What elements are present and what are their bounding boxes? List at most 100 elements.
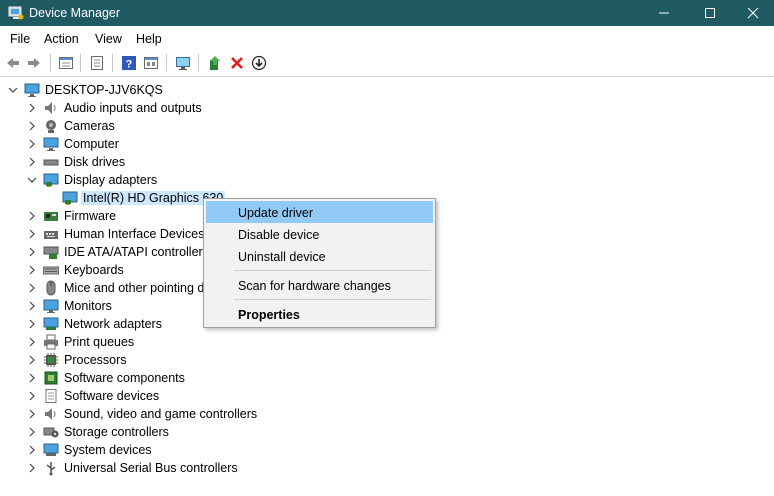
computer-icon: [43, 137, 59, 151]
chevron-right-icon[interactable]: [27, 157, 37, 167]
close-button[interactable]: [730, 0, 774, 26]
tree-item-label: Software components: [64, 371, 185, 385]
tree-item-label: Network adapters: [64, 317, 162, 331]
monitor-icon: [43, 299, 59, 313]
tree-item-label: Processors: [64, 353, 127, 367]
chevron-right-icon[interactable]: [27, 337, 37, 347]
menu-help[interactable]: Help: [136, 32, 162, 46]
menu-file[interactable]: File: [10, 32, 30, 46]
scan-hardware-button[interactable]: [173, 53, 193, 73]
tree-item-label: Keyboards: [64, 263, 124, 277]
chevron-right-icon[interactable]: [27, 139, 37, 149]
tree-item-label: Cameras: [64, 119, 115, 133]
toolbar-separator: [112, 54, 113, 72]
tree-item-software-components[interactable]: Software components: [0, 369, 774, 387]
keyboard-icon: [43, 266, 59, 275]
menu-action[interactable]: Action: [44, 32, 79, 46]
chevron-right-icon[interactable]: [27, 427, 37, 437]
tree-item-processors[interactable]: Processors: [0, 351, 774, 369]
help-icon: ?: [122, 56, 136, 71]
update-driver-icon: [251, 55, 267, 71]
toolbar-separator: [198, 54, 199, 72]
software-device-icon: [45, 389, 57, 403]
back-button[interactable]: [3, 53, 23, 73]
back-arrow-icon: [7, 58, 19, 68]
tree-item-label: Human Interface Devices: [64, 227, 205, 241]
tree-item-storage-controllers[interactable]: Storage controllers: [0, 423, 774, 441]
chevron-right-icon[interactable]: [27, 265, 37, 275]
tree-item-sound-video-game[interactable]: Sound, video and game controllers: [0, 405, 774, 423]
system-device-icon: [43, 443, 59, 456]
add-driver-icon: [210, 56, 220, 70]
firmware-icon: [44, 212, 58, 221]
remove-device-icon: [231, 57, 243, 69]
tree-item-label: Display adapters: [64, 173, 158, 187]
chevron-right-icon[interactable]: [27, 355, 37, 365]
display-adapter-icon: [43, 173, 59, 187]
mouse-icon: [46, 280, 56, 296]
chevron-right-icon[interactable]: [27, 103, 37, 113]
tree-item-cameras[interactable]: Cameras: [0, 117, 774, 135]
ctx-update-driver[interactable]: Update driver: [206, 201, 433, 223]
tree-item-label: Storage controllers: [64, 425, 169, 439]
ctx-scan-hardware[interactable]: Scan for hardware changes: [206, 274, 433, 296]
software-component-icon: [44, 371, 58, 385]
add-driver-button[interactable]: [205, 53, 225, 73]
uninstall-device-button[interactable]: [227, 53, 247, 73]
tree-item-label: Software devices: [64, 389, 160, 403]
tree-item-label: Sound, video and game controllers: [64, 407, 258, 421]
menu-view[interactable]: View: [95, 32, 122, 46]
properties-button[interactable]: [56, 53, 76, 73]
tree-item-system-devices[interactable]: System devices: [0, 441, 774, 459]
minimize-button[interactable]: [641, 0, 687, 26]
ctx-item-label: Uninstall device: [238, 250, 326, 264]
chevron-right-icon[interactable]: [27, 211, 37, 221]
ctx-disable-device[interactable]: Disable device: [206, 223, 433, 245]
update-driver-button[interactable]: [249, 53, 269, 73]
ctx-item-label: Disable device: [238, 228, 320, 242]
tree-root[interactable]: DESKTOP-JJV6KQS: [0, 81, 774, 99]
ctx-item-label: Properties: [238, 308, 300, 322]
menu-bar: File Action View Help: [0, 26, 774, 50]
chevron-right-icon[interactable]: [27, 319, 37, 329]
ctx-properties[interactable]: Properties: [206, 303, 433, 325]
ctx-uninstall-device[interactable]: Uninstall device: [206, 245, 433, 267]
svg-text:?: ?: [126, 59, 133, 71]
tree-item-usb-controllers[interactable]: Universal Serial Bus controllers: [0, 459, 774, 477]
maximize-button[interactable]: [687, 0, 733, 26]
tree-item-display-adapters[interactable]: Display adapters: [0, 171, 774, 189]
hid-icon: [44, 231, 58, 239]
tree-item-audio[interactable]: Audio inputs and outputs: [0, 99, 774, 117]
list-view-button[interactable]: [87, 53, 107, 73]
tree-item-label: Disk drives: [64, 155, 126, 169]
minimize-icon: [659, 12, 669, 14]
tree-item-print-queues[interactable]: Print queues: [0, 333, 774, 351]
chevron-right-icon[interactable]: [27, 445, 37, 455]
camera-icon: [46, 120, 56, 133]
chevron-right-icon[interactable]: [27, 247, 37, 257]
show-hidden-button[interactable]: [141, 53, 161, 73]
chevron-right-icon[interactable]: [27, 391, 37, 401]
tree-item-label: Universal Serial Bus controllers: [64, 461, 238, 475]
context-menu: Update driver Disable device Uninstall d…: [203, 198, 436, 328]
computer-icon: [24, 83, 40, 97]
chevron-right-icon[interactable]: [27, 409, 37, 419]
toolbar: ?: [0, 50, 774, 77]
chevron-right-icon[interactable]: [27, 463, 37, 473]
chevron-right-icon[interactable]: [27, 283, 37, 293]
tree-item-label: Monitors: [64, 299, 112, 313]
chevron-right-icon[interactable]: [27, 301, 37, 311]
chevron-right-icon[interactable]: [27, 373, 37, 383]
chevron-down-icon[interactable]: [27, 175, 37, 185]
disk-drive-icon: [43, 159, 59, 166]
tree-item-computer[interactable]: Computer: [0, 135, 774, 153]
tree-item-disk-drives[interactable]: Disk drives: [0, 153, 774, 171]
monitor-scan-icon: [176, 57, 190, 70]
forward-button[interactable]: [24, 53, 44, 73]
processor-icon: [44, 353, 58, 367]
tree-item-software-devices[interactable]: Software devices: [0, 387, 774, 405]
chevron-down-icon[interactable]: [8, 85, 18, 95]
help-button[interactable]: ?: [119, 53, 139, 73]
chevron-right-icon[interactable]: [27, 121, 37, 131]
chevron-right-icon[interactable]: [27, 229, 37, 239]
